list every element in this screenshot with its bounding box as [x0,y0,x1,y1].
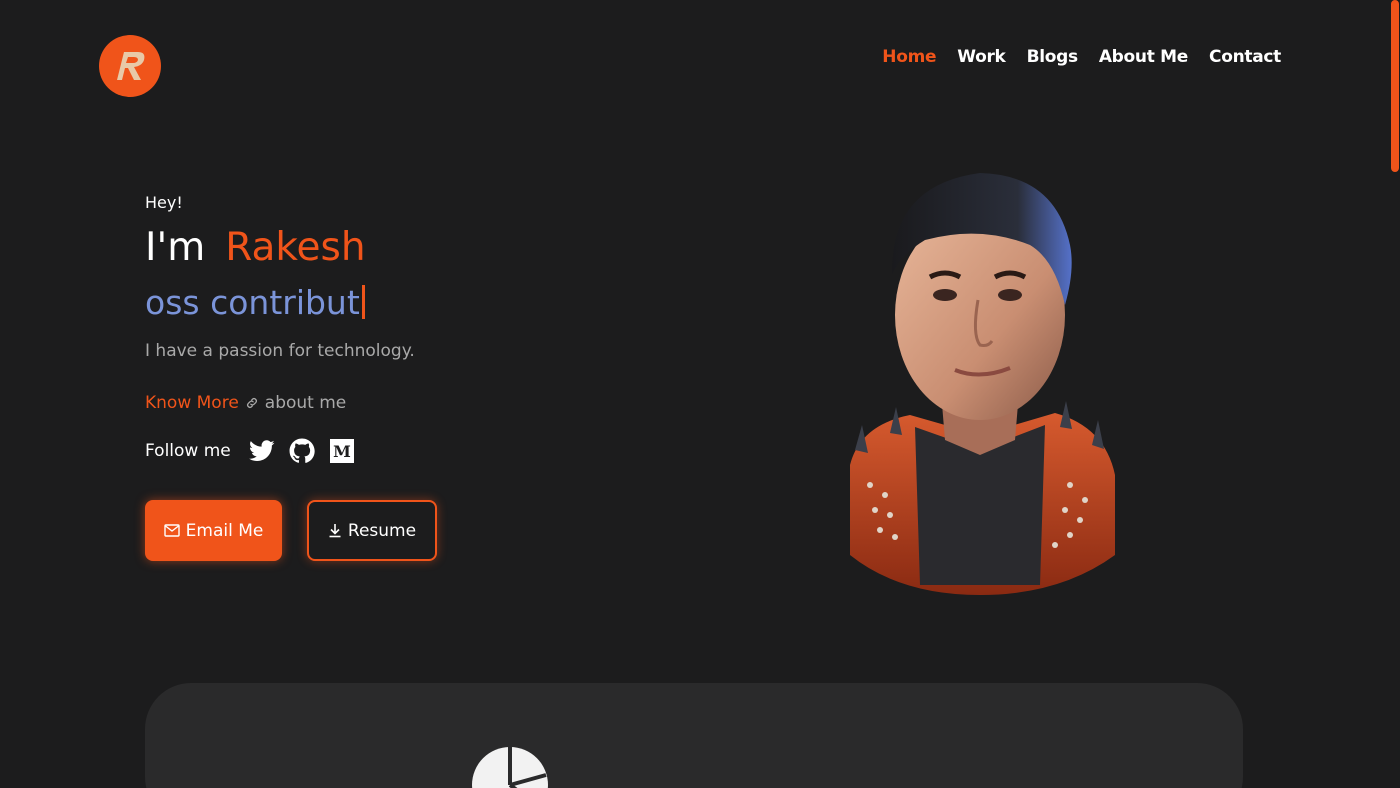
nav-contact[interactable]: Contact [1209,44,1281,70]
resume-label: Resume [347,520,417,541]
page: Home Work Blogs About Me Contact Hey! I'… [0,0,1400,788]
logo-r-icon [117,52,145,80]
know-more-link[interactable]: Know More [145,393,239,413]
know-more-rest: about me [264,393,347,413]
download-icon [329,524,341,538]
svg-text:M: M [333,442,351,461]
github-icon[interactable] [289,438,315,464]
tagline: I have a passion for technology. [145,341,415,361]
medium-icon[interactable]: M [329,438,355,464]
nav-blogs[interactable]: Blogs [1027,44,1079,70]
typing-content: oss contribut [145,283,360,322]
logo[interactable] [99,35,161,97]
nav-about-me[interactable]: About Me [1099,44,1189,70]
hero-name: Rakesh [225,225,366,270]
hero-title: I'm Rakesh [145,224,366,272]
nav-work[interactable]: Work [957,44,1006,70]
greeting: Hey! [145,193,183,212]
know-more-row: Know More about me [145,393,346,413]
typing-text: oss contribut [145,282,365,324]
hero-im: I'm [145,225,206,270]
mail-icon [163,524,180,537]
twitter-icon[interactable] [248,438,275,464]
scrollbar-thumb[interactable] [1391,0,1399,172]
pie-chart-icon [472,747,548,788]
nav-home[interactable]: Home [882,44,936,70]
follow-row: Follow me M [145,438,355,464]
link-icon [246,398,257,408]
follow-label: Follow me [145,441,231,461]
avatar-image [850,173,1115,595]
resume-button[interactable]: Resume [307,500,437,561]
skills-card [145,683,1243,788]
email-me-button[interactable]: Email Me [145,500,282,561]
email-me-label: Email Me [185,520,264,541]
typing-cursor [361,285,365,319]
main-nav: Home Work Blogs About Me Contact [882,44,1281,70]
